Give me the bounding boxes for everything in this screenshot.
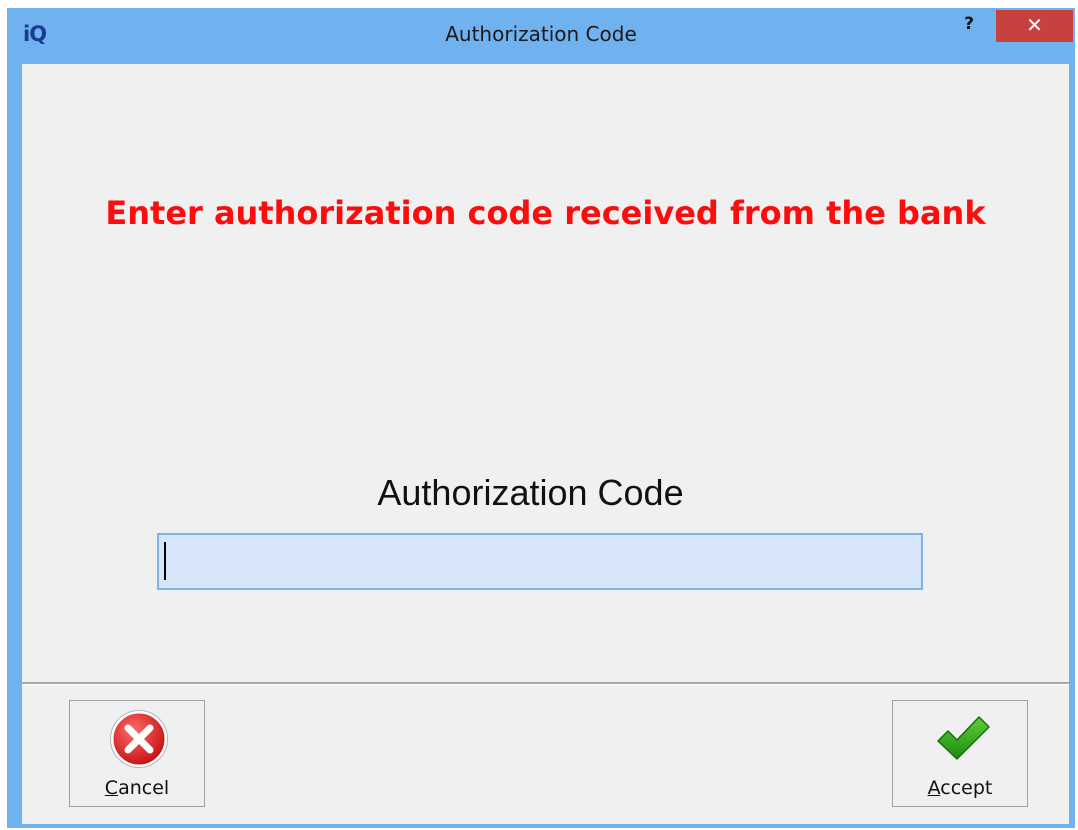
accept-button[interactable]: Accept: [892, 700, 1028, 807]
authorization-code-label: Authorization Code: [377, 472, 684, 513]
help-button[interactable]: ?: [955, 14, 983, 38]
cancel-icon: [110, 710, 168, 768]
text-caret: [164, 542, 166, 580]
button-bar-separator: [22, 682, 1069, 685]
close-button[interactable]: ✕: [996, 10, 1073, 42]
checkmark-icon: [937, 716, 990, 760]
title-bar[interactable]: iQ Authorization Code ? ✕: [7, 8, 1075, 64]
cancel-label: Cancel: [104, 777, 170, 799]
accept-label: Accept: [927, 777, 993, 799]
window-title: Authorization Code: [445, 22, 637, 46]
dialog-window: iQ Authorization Code ? ✕ Enter authoriz…: [7, 8, 1075, 828]
dialog-content: Enter authorization code received from t…: [22, 64, 1069, 824]
authorization-code-input[interactable]: [157, 533, 923, 590]
cancel-button[interactable]: Cancel: [69, 700, 205, 807]
instruction-text: Enter authorization code received from t…: [105, 194, 986, 232]
